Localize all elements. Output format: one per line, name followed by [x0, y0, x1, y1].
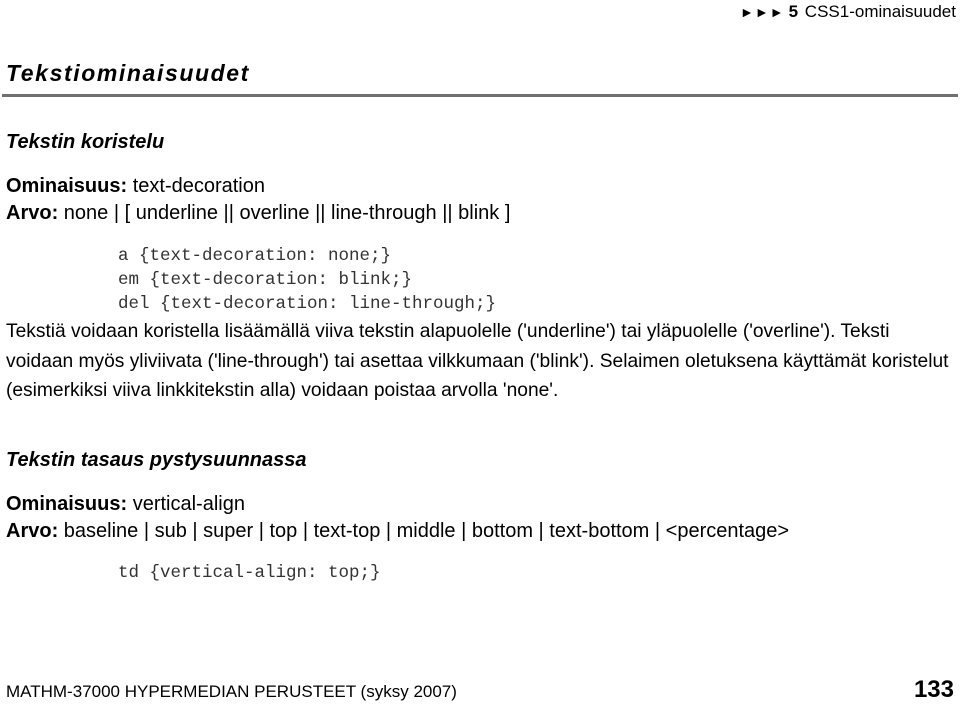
chapter-title: CSS1-ominaisuudet [804, 2, 956, 21]
section-heading-text-decoration: Tekstin koristelu [6, 131, 165, 153]
triple-arrow-icon: ►►► [740, 4, 785, 20]
values-line: Arvo: baseline | sub | super | top | tex… [6, 518, 789, 544]
values-value: none | [ underline || overline || line-t… [63, 202, 511, 224]
code-line: a {text-decoration: none;} [118, 246, 392, 266]
chapter-number: 5 [788, 2, 799, 21]
values-line: Arvo: none | [ underline || overline || … [6, 200, 510, 226]
code-line: del {text-decoration: line-through;} [118, 294, 497, 314]
section-heading-vertical-align: Tekstin tasaus pystysuunnassa [6, 449, 307, 471]
code-line: td {vertical-align: top;} [118, 563, 381, 583]
title-divider [2, 94, 958, 97]
chapter-breadcrumb: ►►► 5 CSS1-ominaisuudet [740, 0, 956, 24]
page-title: Tekstiominaisuudet [6, 60, 250, 86]
values-label: Arvo: [6, 202, 59, 224]
values-value: baseline | sub | super | top | text-top … [63, 520, 790, 542]
description-paragraph: Tekstiä voidaan koristella lisäämällä vi… [6, 321, 949, 401]
footer-course-title: MATHM-37000 HYPERMEDIAN PERUSTEET (syksy… [6, 682, 457, 701]
values-label: Arvo: [6, 520, 59, 542]
property-line: Ominaisuus: text-decoration [6, 173, 265, 199]
code-line: em {text-decoration: blink;} [118, 270, 413, 290]
property-line: Ominaisuus: vertical-align [6, 491, 245, 517]
page-number: 133 [913, 676, 954, 703]
property-value: text-decoration [132, 175, 265, 197]
property-label: Ominaisuus: [6, 175, 128, 197]
property-value: vertical-align [132, 493, 245, 515]
property-label: Ominaisuus: [6, 493, 128, 515]
